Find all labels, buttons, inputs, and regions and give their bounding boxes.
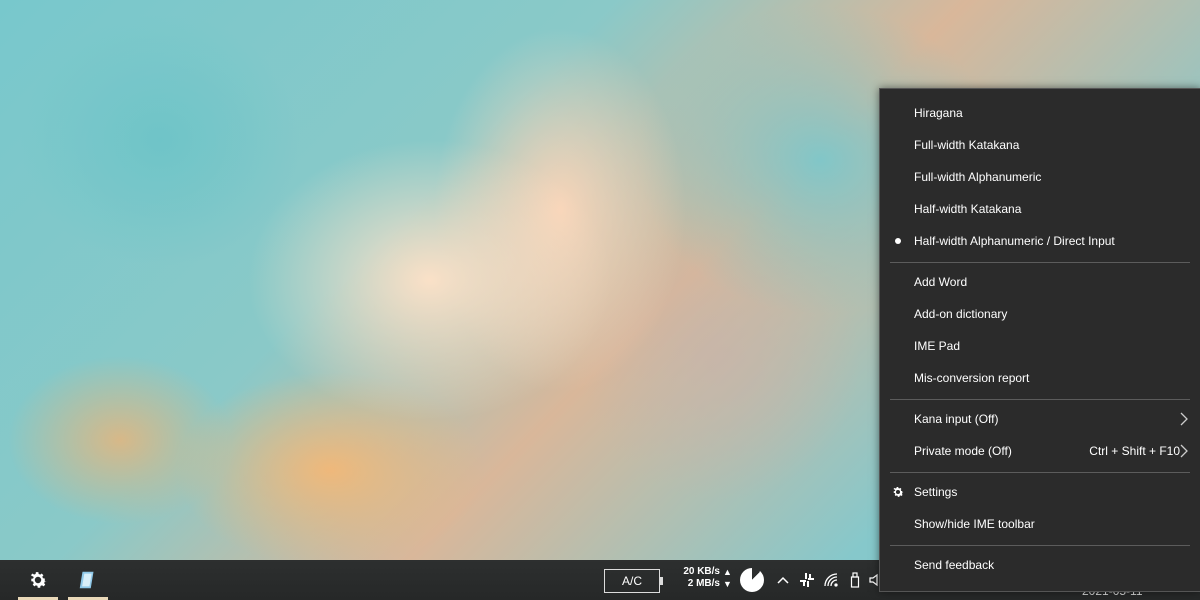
- menu-item-label: Half-width Alphanumeric / Direct Input: [914, 234, 1115, 248]
- menu-item-label: Kana input (Off): [914, 412, 999, 426]
- menu-separator: [890, 472, 1190, 473]
- network-speed-meter[interactable]: 20 KB/s 2 MB/s: [680, 566, 720, 590]
- menu-item-label: Hiragana: [914, 106, 963, 120]
- download-arrow-icon: ▼: [723, 579, 732, 589]
- menu-item-half-width-katakana[interactable]: Half-width Katakana: [880, 193, 1200, 225]
- menu-item-settings[interactable]: Settings: [880, 476, 1200, 508]
- menu-item-label: Mis-conversion report: [914, 371, 1030, 385]
- menu-item-hiragana[interactable]: Hiragana: [880, 97, 1200, 129]
- menu-item-label: Send feedback: [914, 558, 995, 572]
- menu-item-show-hide-ime-toolbar[interactable]: Show/hide IME toolbar: [880, 508, 1200, 540]
- menu-item-mis-conversion-report[interactable]: Mis-conversion report: [880, 362, 1200, 394]
- menu-item-label: Settings: [914, 485, 958, 499]
- menu-item-label: Show/hide IME toolbar: [914, 517, 1035, 531]
- menu-item-label: Full-width Alphanumeric: [914, 170, 1042, 184]
- chevron-right-icon: [1180, 412, 1188, 426]
- menu-item-add-on-dictionary[interactable]: Add-on dictionary: [880, 298, 1200, 330]
- ime-context-menu: Hiragana Full-width Katakana Full-width …: [879, 88, 1200, 592]
- menu-item-kana-input[interactable]: Kana input (Off): [880, 403, 1200, 435]
- menu-item-ime-pad[interactable]: IME Pad: [880, 330, 1200, 362]
- menu-item-shortcut: Ctrl + Shift + F10: [1089, 444, 1180, 458]
- slack-icon[interactable]: [797, 570, 817, 590]
- chevron-right-icon: [1180, 444, 1188, 458]
- menu-item-private-mode[interactable]: Private mode (Off) Ctrl + Shift + F10: [880, 435, 1200, 467]
- menu-item-full-width-alphanumeric[interactable]: Full-width Alphanumeric: [880, 161, 1200, 193]
- menu-item-label: Private mode (Off): [914, 444, 1012, 458]
- menu-separator: [890, 545, 1190, 546]
- menu-item-label: Full-width Katakana: [914, 138, 1020, 152]
- menu-item-send-feedback[interactable]: Send feedback: [880, 549, 1200, 581]
- chevron-up-icon[interactable]: [774, 570, 792, 590]
- gear-icon: [30, 572, 47, 588]
- menu-separator: [890, 399, 1190, 400]
- gear-icon: [893, 486, 904, 497]
- menu-item-add-word[interactable]: Add Word: [880, 266, 1200, 298]
- download-speed: 2 MB/s: [687, 578, 720, 589]
- menu-item-label: Add-on dictionary: [914, 307, 1008, 321]
- taskbar-settings-button[interactable]: [18, 560, 58, 600]
- menu-item-full-width-katakana[interactable]: Full-width Katakana: [880, 129, 1200, 161]
- menu-item-label: Half-width Katakana: [914, 202, 1022, 216]
- ac-power-indicator[interactable]: A/C: [604, 569, 663, 593]
- menu-item-label: Add Word: [914, 275, 968, 289]
- upload-arrow-icon: ▲: [723, 567, 732, 577]
- network-arrows: ▲ ▼: [723, 566, 732, 590]
- upload-speed: 20 KB/s: [683, 566, 720, 577]
- menu-item-half-width-alphanumeric[interactable]: Half-width Alphanumeric / Direct Input: [880, 225, 1200, 257]
- selected-dot-icon: [895, 238, 901, 244]
- notepad-icon: [79, 571, 94, 589]
- menu-item-label: IME Pad: [914, 339, 961, 353]
- menu-separator: [890, 262, 1190, 263]
- taskbar-notes-button[interactable]: [68, 560, 108, 600]
- progress-pie-icon[interactable]: [740, 568, 764, 592]
- usb-drive-icon[interactable]: [846, 570, 864, 590]
- wifi-icon[interactable]: [822, 570, 842, 590]
